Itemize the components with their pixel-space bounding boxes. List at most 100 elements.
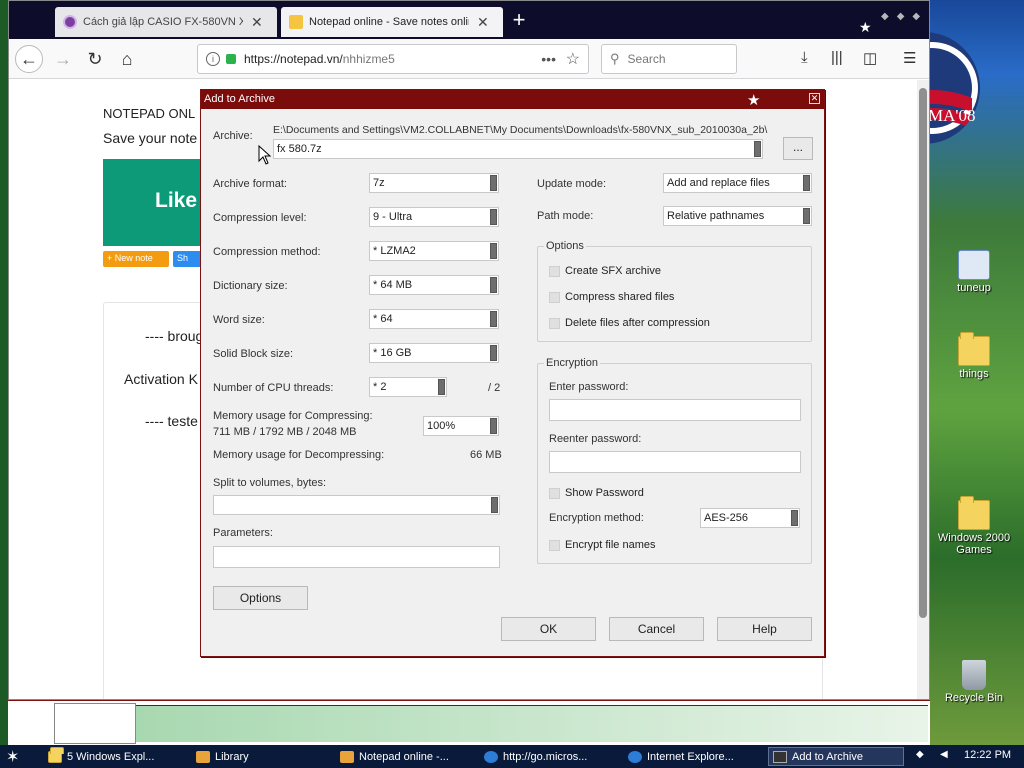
ok-button[interactable]: OK <box>501 617 596 641</box>
network-icon[interactable]: ◆ <box>916 749 928 761</box>
chevron-down-icon[interactable] <box>490 418 497 434</box>
update-mode-select[interactable]: Add and replace files <box>663 173 812 193</box>
parameters-field[interactable] <box>213 546 500 568</box>
chevron-down-icon[interactable] <box>490 175 497 191</box>
tab-casio[interactable]: Cách giả lập CASIO FX-580VN X tr ✕ <box>55 7 277 37</box>
browse-button[interactable]: ... <box>783 137 813 160</box>
cancel-button[interactable]: Cancel <box>609 617 704 641</box>
compression-method-select[interactable]: * LZMA2 <box>369 241 499 261</box>
chevron-down-icon[interactable] <box>490 243 497 259</box>
like-banner[interactable]: Like <box>103 159 203 246</box>
home-button[interactable]: ⌂ <box>113 45 141 73</box>
show-password-checkbox[interactable]: Show Password <box>549 487 644 499</box>
task-windows-explorer[interactable]: 5 Windows Expl... <box>44 746 184 766</box>
sfx-checkbox[interactable]: Create SFX archive <box>549 265 661 277</box>
close-icon[interactable]: ✕ <box>809 93 820 104</box>
mem-percent-select[interactable]: 100% <box>423 416 499 436</box>
archive-format-select[interactable]: 7z <box>369 173 499 193</box>
delete-checkbox[interactable]: Delete files after compression <box>549 317 710 329</box>
search-placeholder: Search <box>627 52 666 66</box>
bookmark-star-icon[interactable]: ☆ <box>566 49 580 69</box>
checkbox-box[interactable] <box>549 539 560 551</box>
chevron-down-icon[interactable] <box>490 311 497 327</box>
cpu-threads-select[interactable]: * 2 <box>369 377 447 397</box>
checkbox-box[interactable] <box>549 317 560 329</box>
chevron-down-icon[interactable] <box>791 510 798 526</box>
archive-name-field[interactable]: fx 580.7z <box>273 139 763 159</box>
encrypt-names-checkbox[interactable]: Encrypt file names <box>549 539 655 551</box>
encryption-method-label: Encryption method: <box>549 512 644 524</box>
mouse-cursor-icon <box>258 145 272 165</box>
compression-level-select[interactable]: 9 - Ultra <box>369 207 499 227</box>
desktop-icon-things[interactable]: things <box>929 332 1019 380</box>
checkbox-box[interactable] <box>549 487 560 499</box>
nav-bar: ← → ↻ ⌂ i https://notepad.vn/ nhhizme5 •… <box>9 39 929 79</box>
split-volumes-select[interactable] <box>213 495 500 515</box>
task-go-microsoft[interactable]: http://go.micros... <box>480 747 616 766</box>
chevron-down-icon[interactable] <box>438 379 445 395</box>
desktop-icon-tuneup[interactable]: tuneup <box>929 250 1019 294</box>
help-button[interactable]: Help <box>717 617 812 641</box>
folder-icon <box>958 496 990 530</box>
dictionary-size-value: * 64 MB <box>373 279 413 291</box>
chevron-down-icon[interactable] <box>491 497 498 513</box>
task-internet-explorer[interactable]: Internet Explore... <box>624 747 760 766</box>
sidebar-icon[interactable]: ◫ <box>863 49 877 67</box>
window-fragment <box>136 705 928 742</box>
word-size-select[interactable]: * 64 <box>369 309 499 329</box>
folder-icon <box>48 746 64 763</box>
share-button[interactable]: Sh <box>173 251 203 267</box>
info-icon[interactable]: i <box>206 52 220 66</box>
scrollbar-thumb[interactable] <box>919 88 927 618</box>
recycle-bin-icon <box>962 660 986 690</box>
chevron-down-icon[interactable] <box>803 175 810 191</box>
solid-block-select[interactable]: * 16 GB <box>369 343 499 363</box>
desktop-icon-recycle-bin[interactable]: Recycle Bin <box>929 660 1019 704</box>
chevron-down-icon[interactable] <box>490 209 497 225</box>
tab-notepad[interactable]: Notepad online - Save notes onlin ✕ <box>281 7 503 37</box>
chevron-down-icon[interactable] <box>490 277 497 293</box>
new-note-button[interactable]: + New note <box>103 251 169 267</box>
checkbox-box[interactable] <box>549 291 560 303</box>
more-icon[interactable]: ••• <box>541 51 556 67</box>
library-icon[interactable]: ||| <box>831 49 843 66</box>
task-library[interactable]: Library <box>192 747 328 766</box>
new-tab-icon[interactable]: + <box>506 7 532 33</box>
task-notepad-online[interactable]: Notepad online -... <box>336 747 472 766</box>
forward-button[interactable]: → <box>49 45 77 73</box>
menu-icon[interactable]: ☰ <box>903 49 916 67</box>
chevron-down-icon[interactable] <box>803 208 810 224</box>
back-button[interactable]: ← <box>15 45 43 73</box>
options-button[interactable]: Options <box>213 586 308 610</box>
volume-icon[interactable]: ◀ <box>940 749 952 761</box>
update-mode-value: Add and replace files <box>667 177 770 189</box>
tab-favicon <box>63 15 77 29</box>
close-icon[interactable]: ✕ <box>251 14 263 31</box>
chevron-down-icon[interactable] <box>490 345 497 361</box>
reload-button[interactable]: ↻ <box>81 45 109 73</box>
task-add-to-archive[interactable]: Add to Archive <box>768 747 904 766</box>
path-mode-select[interactable]: Relative pathnames <box>663 206 812 226</box>
path-mode-label: Path mode: <box>537 210 594 222</box>
ie-icon <box>628 750 642 763</box>
dictionary-size-select[interactable]: * 64 MB <box>369 275 499 295</box>
url-bar[interactable]: i https://notepad.vn/ nhhizme5 ••• ☆ <box>197 44 589 74</box>
compression-level-label: Compression level: <box>213 212 307 224</box>
close-icon[interactable]: ✕ <box>477 14 489 31</box>
url-host: https://notepad.vn/ <box>244 52 343 66</box>
chevron-down-icon[interactable] <box>754 141 761 157</box>
note-line: Activation K <box>124 371 198 387</box>
checkbox-box[interactable] <box>549 265 560 277</box>
desktop-icon-windows-games[interactable]: Windows 2000 Games <box>929 496 1019 556</box>
encryption-method-select[interactable]: AES-256 <box>700 508 800 528</box>
reenter-password-field[interactable] <box>549 451 801 473</box>
search-input[interactable]: ⚲ Search <box>601 44 737 74</box>
start-button[interactable]: ✶ <box>6 747 19 767</box>
password-field[interactable] <box>549 399 801 421</box>
dialog-title: Add to Archive <box>204 93 275 105</box>
shared-checkbox[interactable]: Compress shared files <box>549 291 674 303</box>
page-scrollbar[interactable] <box>917 80 929 699</box>
download-icon[interactable]: ⤓ <box>801 49 808 66</box>
window-controls[interactable]: ◆◆◆ <box>881 11 928 22</box>
folder-icon <box>958 332 990 366</box>
